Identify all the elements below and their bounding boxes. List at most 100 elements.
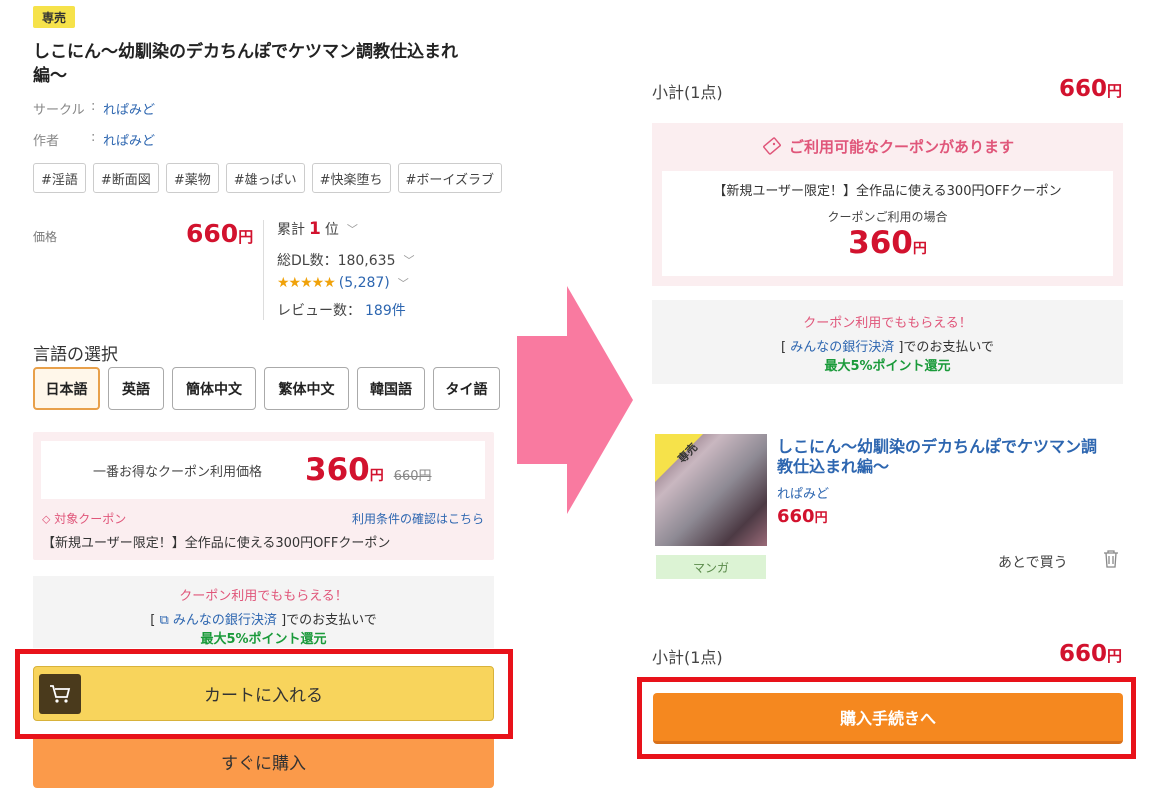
points-box: クーポン利用でももらえる！ [ ⧉ みんなの銀行決済 ]でのお支払いで 最大5%… <box>33 576 494 648</box>
rank-number: 1 <box>309 219 321 239</box>
review-count-link[interactable]: 189件 <box>365 300 406 320</box>
yen-unit: 円 <box>1106 82 1122 100</box>
author-label: 作者 <box>33 134 60 149</box>
tag-list: #淫語 #断面図 #薬物 #雄っぱい #快楽堕ち #ボーイズラブ <box>33 163 503 193</box>
language-option-simplified-chinese[interactable]: 簡体中文 <box>172 367 256 410</box>
chevron-down-icon: ﹀ <box>346 223 358 236</box>
cart-item-price: 660円 <box>777 506 828 527</box>
coupon-target-label: 対象クーポン <box>54 512 127 526</box>
language-option-thai[interactable]: タイ語 <box>433 367 500 410</box>
coupon-ticket-icon <box>763 137 781 155</box>
coupon-available-header: ご利用可能なクーポンがあります <box>652 135 1123 157</box>
circle-link[interactable]: れぱみど <box>103 99 155 118</box>
points-suffix: ]でのお支払いで <box>281 613 377 628</box>
coupon-best-label: 一番お得なクーポン利用価格 <box>93 464 263 480</box>
coupon-terms-link[interactable]: 利用条件の確認はこちら <box>352 510 484 527</box>
points-max: 最大5%ポイント還元 <box>200 632 327 647</box>
download-stat[interactable]: 総DL数：180,635 ﹀ <box>277 250 414 270</box>
product-title: しこにん〜幼馴染のデカちんぽでケツマン調教仕込まれ編〜 <box>33 42 458 86</box>
coupon-description: 【新規ユーザー限定！】全作品に使える300円OFFクーポン <box>713 184 1062 199</box>
coupon-description: 【新規ユーザー限定！】全作品に使える300円OFFクーポン <box>42 536 391 551</box>
subtotal-label-top: 小計(1点) <box>652 83 723 102</box>
coupon-price: 360円 <box>305 452 384 488</box>
points-suffix: ]でのお支払いで <box>898 340 995 355</box>
rank-stat[interactable]: 累計 1 位 ﹀ <box>277 219 358 239</box>
coupon-target: ⬦ 対象クーポン <box>42 510 126 527</box>
tag[interactable]: #薬物 <box>165 163 219 193</box>
chevron-down-icon: ﹀ <box>397 277 409 290</box>
tag[interactable]: #雄っぱい <box>225 163 305 193</box>
author-link[interactable]: れぱみど <box>103 130 155 149</box>
language-title: 言語の選択 <box>33 345 118 365</box>
save-for-later-button[interactable]: あとで買う <box>998 552 1068 572</box>
language-option-japanese[interactable]: 日本語 <box>33 367 100 410</box>
highlight-frame <box>15 649 513 739</box>
trash-icon[interactable] <box>1103 550 1119 573</box>
colon: : <box>91 130 96 145</box>
divider <box>263 220 264 320</box>
circle-label: サークル <box>33 103 85 118</box>
language-option-korean[interactable]: 韓国語 <box>357 367 425 410</box>
coupon-price-panel: 一番お得なクーポン利用価格 360円 660円 <box>41 441 485 499</box>
star-rating-icon: ★★★★★ <box>277 275 336 291</box>
price-value: 660 <box>186 219 239 248</box>
subtotal-value: 660 <box>1058 641 1107 667</box>
yen-unit: 円 <box>814 511 828 526</box>
arrow-right-icon <box>517 286 633 514</box>
subtotal-price-top: 660円 <box>1059 76 1122 102</box>
coupon-available-text: ご利用可能なクーポンがあります <box>788 137 1014 156</box>
tag[interactable]: #快楽堕ち <box>311 163 391 193</box>
points-payment-line: [ ⧉ みんなの銀行決済 ]でのお支払いで <box>150 613 377 628</box>
rank-suffix: 位 <box>324 222 339 238</box>
review-stat: レビュー数： 189件 <box>277 300 406 320</box>
coupon-tag-icon: ⬦ <box>42 512 51 526</box>
subtotal-label-bottom: 小計(1点) <box>652 648 723 667</box>
tag[interactable]: #断面図 <box>92 163 159 193</box>
exclusive-badge: 専売 <box>33 6 75 28</box>
download-count: 総DL数：180,635 <box>277 253 396 269</box>
cart-coupon-box: ご利用可能なクーポンがあります 【新規ユーザー限定！】全作品に使える300円OF… <box>652 123 1123 286</box>
category-tag: マンガ <box>656 555 766 579</box>
yen-unit: 円 <box>369 468 384 484</box>
highlight-frame <box>637 677 1136 759</box>
cart-item-title[interactable]: しこにん〜幼馴染のデカちんぽでケツマン調教仕込まれ編〜 <box>777 437 1107 477</box>
cart-item-circle[interactable]: れぱみど <box>777 483 829 502</box>
language-option-english[interactable]: 英語 <box>108 367 164 410</box>
yen-unit: 円 <box>238 228 254 246</box>
points-payment-line: [ みんなの銀行決済 ]でのお支払いで <box>780 340 995 355</box>
coupon-price: 360円 <box>662 225 1113 267</box>
coupon-price-value: 360 <box>848 225 913 261</box>
points-headline: クーポン利用でももらえる！ <box>179 589 348 604</box>
product-price: 660円 <box>186 219 253 248</box>
original-price-strike: 660円 <box>393 468 432 484</box>
points-headline: クーポン利用でももらえる！ <box>803 316 972 331</box>
language-selector: 日本語 英語 簡体中文 繁体中文 韓国語 タイ語 <box>33 367 500 410</box>
yen-unit: 円 <box>912 241 927 257</box>
coupon-box: 一番お得なクーポン利用価格 360円 660円 ⬦ 対象クーポン 利用条件の確認… <box>33 432 494 560</box>
author-row: 作者 : れぱみど <box>33 130 155 149</box>
tag[interactable]: #ボーイズラブ <box>397 163 503 193</box>
language-option-traditional-chinese[interactable]: 繁体中文 <box>264 367 349 410</box>
subtotal-value: 660 <box>1058 76 1107 102</box>
cart-points-box: クーポン利用でももらえる！ [ みんなの銀行決済 ]でのお支払いで 最大5%ポイ… <box>652 300 1123 384</box>
yen-unit: 円 <box>1106 647 1122 665</box>
chevron-down-icon: ﹀ <box>403 254 415 267</box>
coupon-case-label: クーポンご利用の場合 <box>827 210 948 224</box>
coupon-detail-panel: 【新規ユーザー限定！】全作品に使える300円OFFクーポン クーポンご利用の場合… <box>662 171 1113 276</box>
item-price-value: 660 <box>777 506 815 527</box>
rating-count: (5,287) <box>338 275 390 291</box>
bank-payment-link[interactable]: みんなの銀行決済 <box>173 613 277 628</box>
rank-label: 累計 <box>277 222 305 238</box>
price-label: 価格 <box>33 230 58 244</box>
external-link-icon: ⧉ <box>159 613 169 628</box>
circle-row: サークル : れぱみど <box>33 99 155 118</box>
buy-now-button[interactable]: すぐに購入 <box>33 735 494 788</box>
review-label: レビュー数： <box>277 303 361 319</box>
rating-stat[interactable]: ★★★★★ (5,287) ﹀ <box>277 275 409 291</box>
points-max: 最大5%ポイント還元 <box>824 359 951 374</box>
colon: : <box>91 99 96 114</box>
tag[interactable]: #淫語 <box>33 163 86 193</box>
subtotal-price-bottom: 660円 <box>1059 641 1122 667</box>
bank-payment-link[interactable]: みんなの銀行決済 <box>790 340 894 355</box>
coupon-price-value: 360 <box>305 452 370 488</box>
